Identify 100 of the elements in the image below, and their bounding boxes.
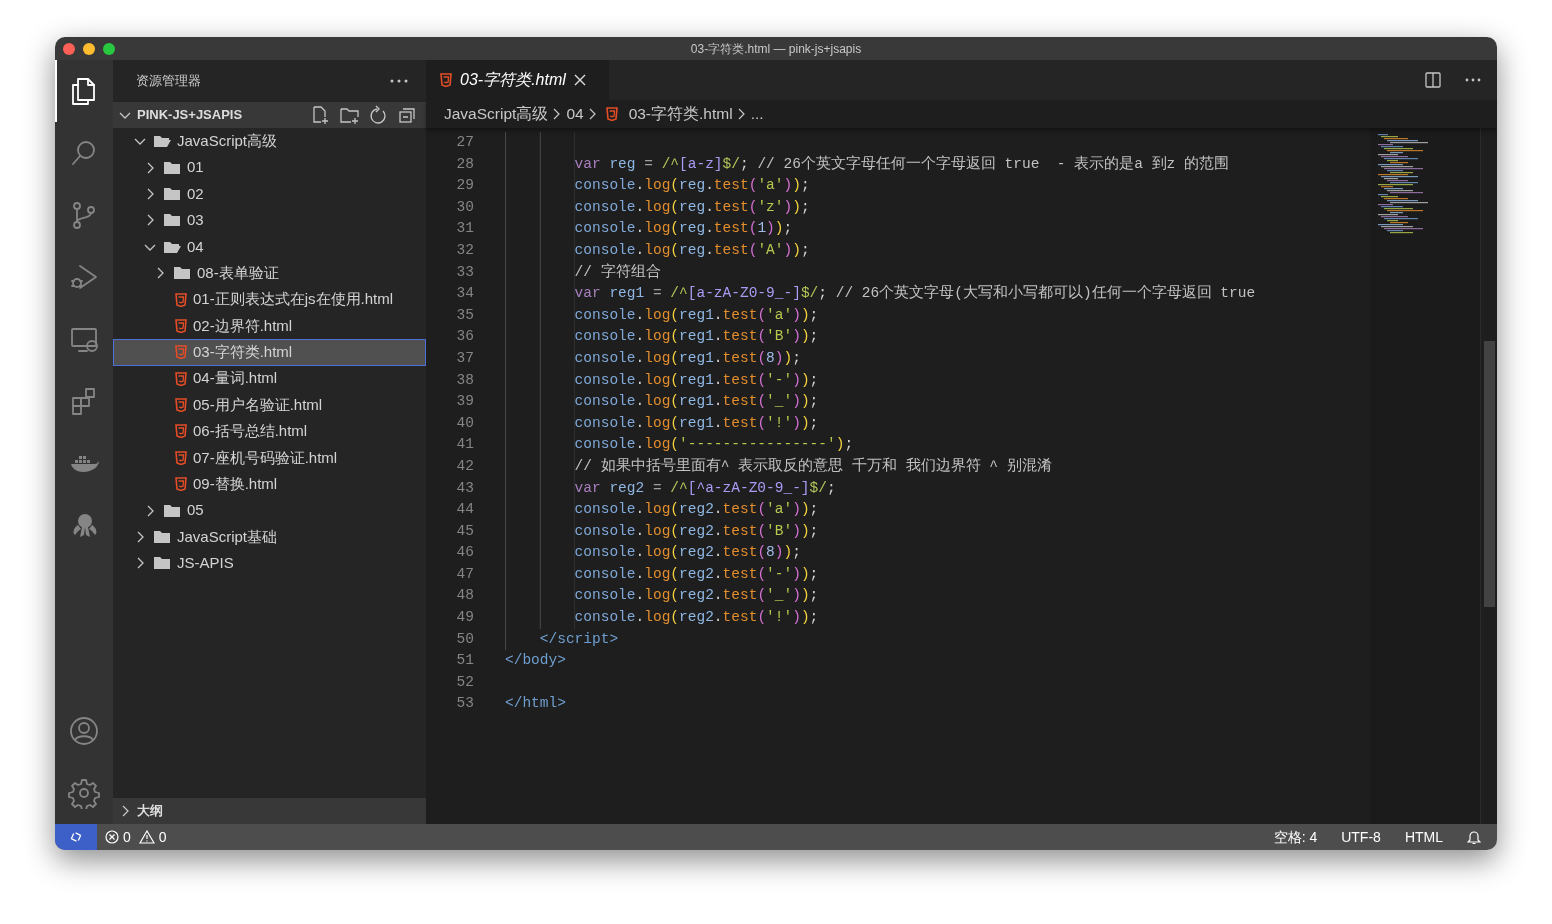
- remote-button[interactable]: [55, 824, 97, 850]
- line-number: 31: [455, 219, 474, 239]
- code-line: console.log(reg1.test('-'));: [574, 370, 819, 390]
- bell-icon[interactable]: [1467, 829, 1481, 845]
- maximize-button[interactable]: [103, 42, 115, 55]
- tree-item[interactable]: 03-字符类.html: [113, 339, 426, 366]
- chevron-icon: [588, 108, 597, 120]
- scrollbar-thumb[interactable]: [1484, 341, 1495, 607]
- breadcrumb-item[interactable]: 03-字符类.html: [628, 102, 733, 126]
- html-file-icon: [605, 107, 618, 121]
- line-number: 45: [455, 521, 474, 541]
- tree-item[interactable]: 03: [113, 207, 426, 234]
- line-number: 50: [455, 629, 474, 649]
- code-line: var reg2 = /^[^a-zA-Z0-9_-]$/;: [574, 478, 836, 498]
- code-line: console.log(reg2.test('-'));: [574, 564, 819, 584]
- tree-item[interactable]: 07-座机号码验证.html: [113, 444, 426, 472]
- code-line: console.log(reg1.test('a'));: [574, 305, 819, 325]
- breadcrumb-item[interactable]: JavaScript高级: [444, 102, 549, 126]
- new-file-icon[interactable]: [310, 105, 331, 125]
- code-line: console.log(reg1.test('_'));: [574, 392, 819, 412]
- line-number: 34: [455, 284, 474, 304]
- error-icon[interactable]: [105, 830, 119, 844]
- line-number: 30: [455, 197, 474, 217]
- code-line: console.log(reg1.test('!'));: [574, 413, 819, 433]
- line-number: 40: [455, 413, 474, 433]
- tree-item[interactable]: 05-用户名验证.html: [113, 391, 426, 419]
- warning-icon[interactable]: [138, 830, 155, 844]
- html-file-icon: [175, 398, 187, 413]
- tree-item[interactable]: JavaScript高级: [113, 128, 426, 155]
- tree-item[interactable]: 02: [113, 180, 426, 208]
- folder-icon: [163, 160, 181, 175]
- code-line: console.log(reg.test('a'));: [574, 176, 810, 196]
- status-item[interactable]: UTF-8: [1341, 826, 1381, 848]
- code-line: </html>: [505, 694, 566, 714]
- section-title: PINK-JS+JSAPIS: [137, 106, 244, 125]
- tree-item[interactable]: 05: [113, 497, 426, 524]
- code-line: // 字符组合: [574, 262, 661, 282]
- section-title: 大纲: [137, 802, 163, 821]
- line-number: 51: [455, 651, 474, 671]
- line-number: 33: [455, 262, 474, 282]
- warning-count[interactable]: 0: [158, 826, 167, 848]
- status-item[interactable]: HTML: [1404, 826, 1443, 848]
- tree-item[interactable]: 04: [113, 233, 426, 260]
- html-file-icon: [175, 318, 187, 333]
- line-number: 39: [455, 392, 474, 412]
- tree-item[interactable]: 09-替换.html: [113, 471, 426, 498]
- tree-item[interactable]: JavaScript基础: [113, 523, 426, 551]
- line-number: 28: [455, 154, 474, 174]
- line-number: 43: [455, 478, 474, 498]
- breadcrumb-item[interactable]: 04: [566, 102, 584, 126]
- error-count[interactable]: 0: [123, 826, 131, 848]
- html-file-icon: [175, 477, 187, 492]
- split-editor-icon[interactable]: [1425, 72, 1441, 88]
- remote-icon: [69, 830, 83, 844]
- panel-title: 资源管理器: [136, 72, 201, 91]
- line-number: 52: [455, 672, 474, 692]
- line-number: 37: [455, 348, 474, 368]
- close-button[interactable]: [63, 42, 75, 55]
- code-line: // 如果中括号里面有^ 表示取反的意思 千万和 我们边界符 ^ 别混淆: [574, 456, 1052, 476]
- folder-icon: [163, 503, 181, 518]
- folder-icon: [163, 186, 181, 201]
- line-number: 35: [455, 305, 474, 325]
- refresh-icon[interactable]: [368, 105, 389, 125]
- chevron-icon: [553, 108, 562, 120]
- folder-icon: [163, 213, 181, 228]
- code-line: console.log(reg.test('z'));: [574, 197, 810, 217]
- tree-item[interactable]: 02-边界符.html: [113, 312, 426, 340]
- breadcrumb-item[interactable]: ...: [750, 102, 764, 126]
- minimize-button[interactable]: [83, 42, 95, 55]
- line-number: 48: [455, 586, 474, 606]
- code-line: console.log('----------------');: [574, 435, 854, 455]
- tree-item[interactable]: 01-正则表达式在js在使用.html: [113, 286, 426, 313]
- tree-item[interactable]: 04-量词.html: [113, 365, 426, 392]
- chevron-icon: [737, 108, 746, 120]
- code-line: console.log(reg2.test(8));: [574, 543, 801, 563]
- code-line: var reg1 = /^[a-zA-Z0-9_-]$/; // 26个英文字母(大写和小写都可以)任何一个字母返回 true: [574, 283, 1256, 304]
- folder-icon: [153, 556, 171, 571]
- folder-icon: [163, 239, 181, 254]
- tree-item[interactable]: 08-表单验证: [113, 259, 426, 287]
- html-file-icon: [175, 450, 187, 465]
- more-icon[interactable]: [390, 79, 408, 83]
- code-line: console.log(reg2.test('!'));: [574, 608, 819, 628]
- more-icon[interactable]: [1465, 78, 1481, 82]
- line-number: 44: [455, 500, 474, 520]
- code-line: console.log(reg2.test('B'));: [574, 521, 819, 541]
- code-line: console.log(reg.test(1));: [574, 219, 793, 239]
- code-line: console.log(reg1.test('B'));: [574, 327, 819, 347]
- editor-tab[interactable]: 03-字符类.html: [426, 60, 609, 100]
- settings-icon[interactable]: [68, 777, 100, 809]
- account-icon[interactable]: [68, 715, 100, 747]
- html-file-icon: [175, 371, 187, 386]
- html-file-icon: [440, 73, 452, 87]
- close-icon[interactable]: [573, 74, 586, 86]
- status-item[interactable]: 空格: 4: [1273, 826, 1318, 848]
- tree-item[interactable]: 01: [113, 154, 426, 181]
- tree-item[interactable]: 06-括号总结.html: [113, 418, 426, 445]
- new-folder-icon[interactable]: [339, 105, 360, 125]
- tree-item[interactable]: JS-APIS: [113, 550, 426, 577]
- collapse-all-icon[interactable]: [397, 105, 418, 125]
- line-number: 29: [455, 176, 474, 196]
